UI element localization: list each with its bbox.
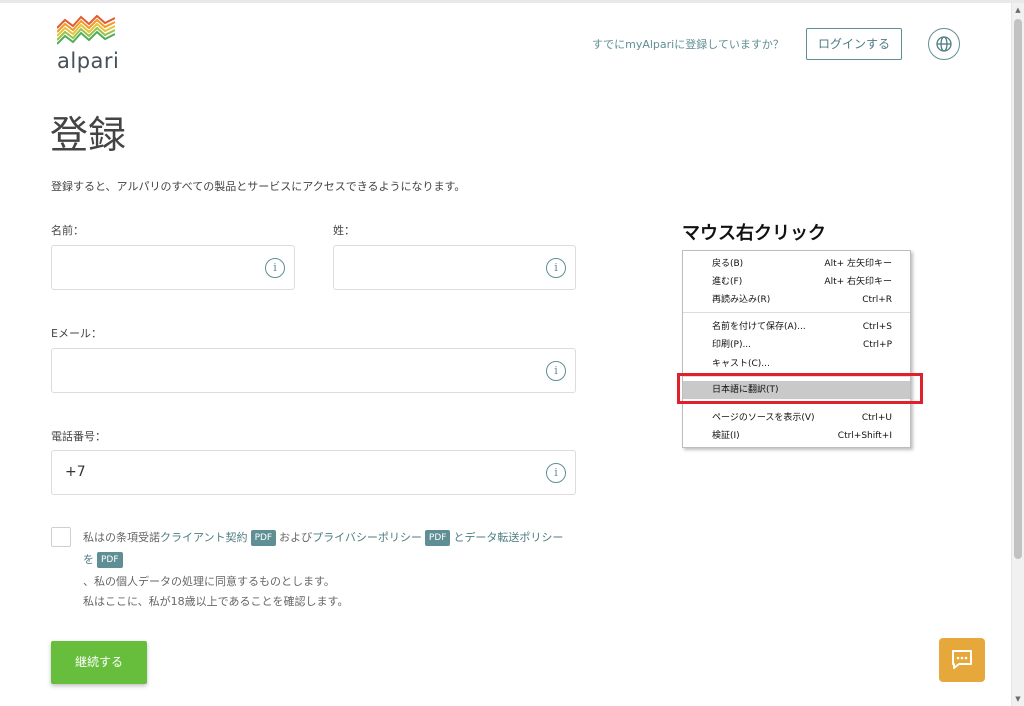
first-name-input[interactable]: i bbox=[51, 245, 295, 290]
consent-line-1: 私はの条項受諾クライアント契約 PDF およびプライバシーポリシー PDF とデータ転送… bbox=[83, 529, 563, 546]
consent-line-1b: を PDF bbox=[83, 551, 126, 568]
menu-item-label: 名前を付けて保存(A)... bbox=[712, 322, 806, 332]
intro-text: 登録すると、アルパリのすべての製品とサービスにアクセスできるようになります。 bbox=[51, 180, 466, 193]
menu-item-shortcut: Ctrl+R bbox=[862, 295, 892, 305]
menu-item-label: 再読み込み(R) bbox=[712, 295, 771, 305]
client-agreement-link[interactable]: クライアント契約 bbox=[160, 531, 248, 544]
consent-checkbox[interactable] bbox=[51, 527, 71, 547]
chat-button[interactable] bbox=[939, 638, 985, 682]
alpari-mountains-icon bbox=[57, 14, 115, 45]
last-name-label: 姓： bbox=[333, 224, 355, 237]
annotation-title: マウス右クリック bbox=[682, 223, 826, 244]
menu-item-shortcut: Alt+ 右矢印キー bbox=[824, 277, 892, 287]
translate-highlight-box bbox=[677, 373, 923, 404]
consent-line-3: 私はここに、私が18歳以上であることを確認します。 bbox=[83, 595, 349, 608]
menu-item-shortcut: Ctrl+S bbox=[862, 322, 892, 332]
menu-item-forward[interactable]: 進む(F) Alt+ 右矢印キー bbox=[683, 273, 910, 291]
menu-separator bbox=[683, 312, 910, 313]
scroll-down-arrow-icon[interactable]: ▼ bbox=[1012, 692, 1024, 706]
menu-item-label: 進む(F) bbox=[712, 277, 743, 287]
privacy-policy-link[interactable]: プライバシーポリシー bbox=[312, 531, 422, 544]
context-menu: 戻る(B) Alt+ 左矢印キー 進む(F) Alt+ 右矢印キー 再読み込み(… bbox=[682, 250, 911, 448]
top-border bbox=[0, 0, 1024, 3]
page-scrollbar[interactable]: ▲ ▼ bbox=[1011, 3, 1024, 706]
menu-item-back[interactable]: 戻る(B) Alt+ 左矢印キー bbox=[683, 255, 910, 273]
menu-item-shortcut: Ctrl+U bbox=[861, 413, 892, 423]
menu-item-reload[interactable]: 再読み込み(R) Ctrl+R bbox=[683, 291, 910, 309]
last-name-input[interactable]: i bbox=[333, 245, 576, 290]
pdf-badge-client[interactable]: PDF bbox=[250, 530, 277, 546]
login-button[interactable]: ログインする bbox=[806, 28, 902, 60]
scroll-up-arrow-icon[interactable]: ▲ bbox=[1012, 3, 1024, 17]
phone-label: 電話番号： bbox=[51, 430, 106, 443]
first-name-label: 名前： bbox=[51, 224, 84, 237]
email-label: Eメール： bbox=[51, 327, 102, 340]
chat-icon bbox=[952, 650, 972, 669]
pdf-badge-transfer[interactable]: PDF bbox=[97, 552, 123, 568]
menu-item-view-source[interactable]: ページのソースを表示(V) Ctrl+U bbox=[683, 409, 910, 427]
consent-line-2: 、私の個人データの処理に同意するものとします。 bbox=[83, 575, 335, 588]
menu-item-label: 検証(I) bbox=[712, 431, 740, 441]
scroll-thumb[interactable] bbox=[1014, 19, 1022, 559]
data-transfer-policy-link[interactable]: データ転送ポリシー bbox=[464, 531, 563, 544]
menu-item-shortcut: Ctrl+P bbox=[863, 340, 892, 350]
pdf-badge-privacy[interactable]: PDF bbox=[424, 530, 451, 546]
menu-item-inspect[interactable]: 検証(I) Ctrl+Shift+I bbox=[683, 427, 910, 445]
consent-text: 私はの条項受諾 bbox=[83, 531, 160, 544]
logo-text: alpari bbox=[57, 49, 120, 73]
menu-item-label: キャスト(C)... bbox=[712, 359, 770, 369]
menu-item-shortcut: Alt+ 左矢印キー bbox=[824, 259, 892, 269]
menu-item-cast[interactable]: キャスト(C)... bbox=[683, 355, 910, 373]
menu-item-shortcut: Ctrl+Shift+I bbox=[837, 431, 892, 441]
consent-text: および bbox=[279, 531, 313, 544]
phone-input[interactable]: +7 i bbox=[51, 450, 576, 495]
info-icon[interactable]: i bbox=[546, 463, 566, 483]
page-title: 登録 bbox=[50, 113, 127, 157]
menu-item-label: 戻る(B) bbox=[712, 259, 744, 269]
menu-item-label: ページのソースを表示(V) bbox=[712, 413, 815, 423]
phone-value: +7 bbox=[65, 464, 86, 480]
globe-icon bbox=[936, 36, 952, 52]
consent-text: を bbox=[83, 553, 94, 566]
language-button[interactable] bbox=[928, 28, 960, 60]
menu-item-label: 印刷(P)... bbox=[712, 340, 752, 350]
email-input[interactable]: i bbox=[51, 348, 576, 393]
info-icon[interactable]: i bbox=[546, 258, 566, 278]
consent-text: と bbox=[453, 531, 465, 544]
info-icon[interactable]: i bbox=[265, 258, 285, 278]
alpari-logo[interactable]: alpari bbox=[53, 14, 119, 76]
continue-button[interactable]: 継続する bbox=[51, 641, 147, 684]
menu-item-print[interactable]: 印刷(P)... Ctrl+P bbox=[683, 336, 910, 354]
menu-item-save-as[interactable]: 名前を付けて保存(A)... Ctrl+S bbox=[683, 318, 910, 336]
already-registered-text: すでにmyAlpariに登録していますか？ bbox=[592, 38, 784, 51]
info-icon[interactable]: i bbox=[546, 361, 566, 381]
